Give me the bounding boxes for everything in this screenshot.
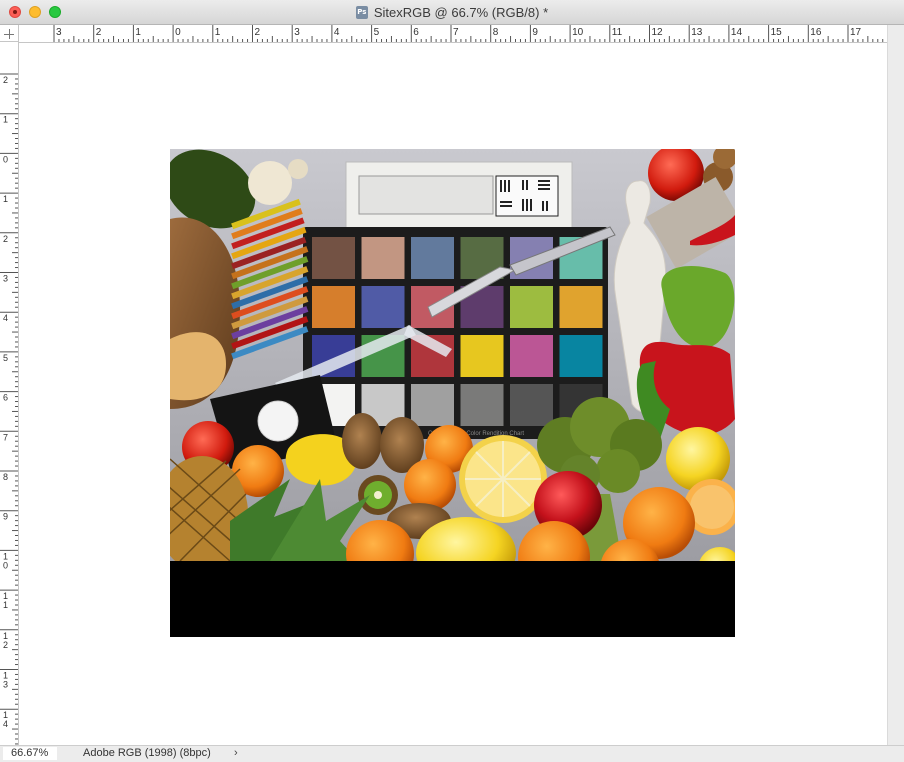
ruler-tick-label: 1 (135, 27, 141, 38)
zoom-level-field[interactable]: 66.67% (3, 747, 57, 760)
status-bar: 66.67% Adobe RGB (1998) (8bpc) › (0, 745, 904, 762)
ruler-tick-label: 0 (175, 27, 181, 38)
vertical-scrollbar[interactable] (887, 25, 904, 745)
ruler-tick-label: 17 (850, 27, 862, 38)
ruler-tick-label: 0 (3, 154, 8, 164)
ruler-tick-label: 5 (3, 353, 8, 363)
ruler-tick-label: 12 (652, 27, 664, 38)
colorchecker-patch (361, 237, 405, 279)
ruler-tick-label: 1 (215, 27, 221, 38)
ruler-tick-label: 3 (3, 274, 8, 284)
ruler-tick-label: 2 (255, 27, 261, 38)
ruler-tick-label: 2 (3, 640, 8, 650)
vertical-ruler[interactable]: 2101234567891011121314 (0, 42, 19, 745)
ruler-tick-label: 3 (294, 27, 300, 38)
ruler-tick-label: 11 (612, 27, 623, 38)
colorchecker-patch (460, 384, 504, 426)
ruler-tick-label: 7 (453, 27, 459, 38)
black-band (170, 561, 735, 637)
ruler-tick-label: 0 (3, 560, 8, 570)
ruler-tick-label: 4 (3, 719, 8, 729)
ruler-tick-label: 6 (413, 27, 419, 38)
ruler-tick-label: 4 (334, 27, 340, 38)
ruler-tick-label: 10 (572, 27, 584, 38)
ruler-tick-label: 1 (3, 600, 8, 610)
ruler-tick-label: 7 (3, 432, 8, 442)
ruler-tick-label: 2 (3, 234, 8, 244)
ruler-tick-label: 9 (532, 27, 538, 38)
colorchecker-patch (559, 286, 603, 328)
ruler-tick-label: 2 (96, 27, 102, 38)
colorchecker-patch (312, 237, 355, 279)
ruler-tick-label: 6 (3, 393, 8, 403)
ruler-tick-label: 9 (3, 512, 8, 522)
colorchecker-patch (460, 335, 504, 377)
ruler-tick-label: 1 (3, 194, 8, 204)
title-bar: Ps SitexRGB @ 66.7% (RGB/8) * (0, 0, 904, 25)
ruler-tick-label: 13 (691, 27, 703, 38)
horizontal-ruler[interactable]: 3210123456789101112131415161718 (19, 25, 887, 43)
colorchecker-patch (312, 286, 355, 328)
ruler-tick-label: 3 (56, 27, 62, 38)
ruler-tick-label: 8 (3, 472, 8, 482)
ruler-tick-label: 3 (3, 680, 8, 690)
colorchecker-patch (411, 237, 454, 279)
ruler-tick-label: 5 (374, 27, 380, 38)
colorchecker-patch (361, 286, 405, 328)
status-menu-arrow-icon[interactable]: › (234, 747, 238, 760)
colorchecker-patch (510, 286, 553, 328)
ruler-tick-label: 8 (493, 27, 499, 38)
ruler-origin[interactable] (0, 25, 19, 42)
colorchecker-patch (510, 335, 553, 377)
ruler-tick-label: 2 (3, 75, 8, 85)
window-title: SitexRGB @ 66.7% (RGB/8) * (373, 4, 549, 20)
ruler-tick-label: 4 (3, 313, 8, 323)
document-image[interactable]: ColorChecker Color Rendition Chart (170, 149, 735, 637)
document-profile-info[interactable]: Adobe RGB (1998) (8bpc) (83, 747, 211, 760)
colorchecker-patch (559, 335, 603, 377)
ruler-tick-label: 1 (3, 115, 8, 125)
title-group: Ps SitexRGB @ 66.7% (RGB/8) * (0, 0, 904, 24)
ruler-tick-label: 15 (771, 27, 783, 38)
colorchecker-patch (510, 384, 553, 426)
ruler-tick-label: 16 (810, 27, 822, 38)
photoshop-document-icon: Ps (355, 5, 368, 19)
colorchecker-patch (411, 384, 454, 426)
ruler-tick-label: 14 (731, 27, 743, 38)
